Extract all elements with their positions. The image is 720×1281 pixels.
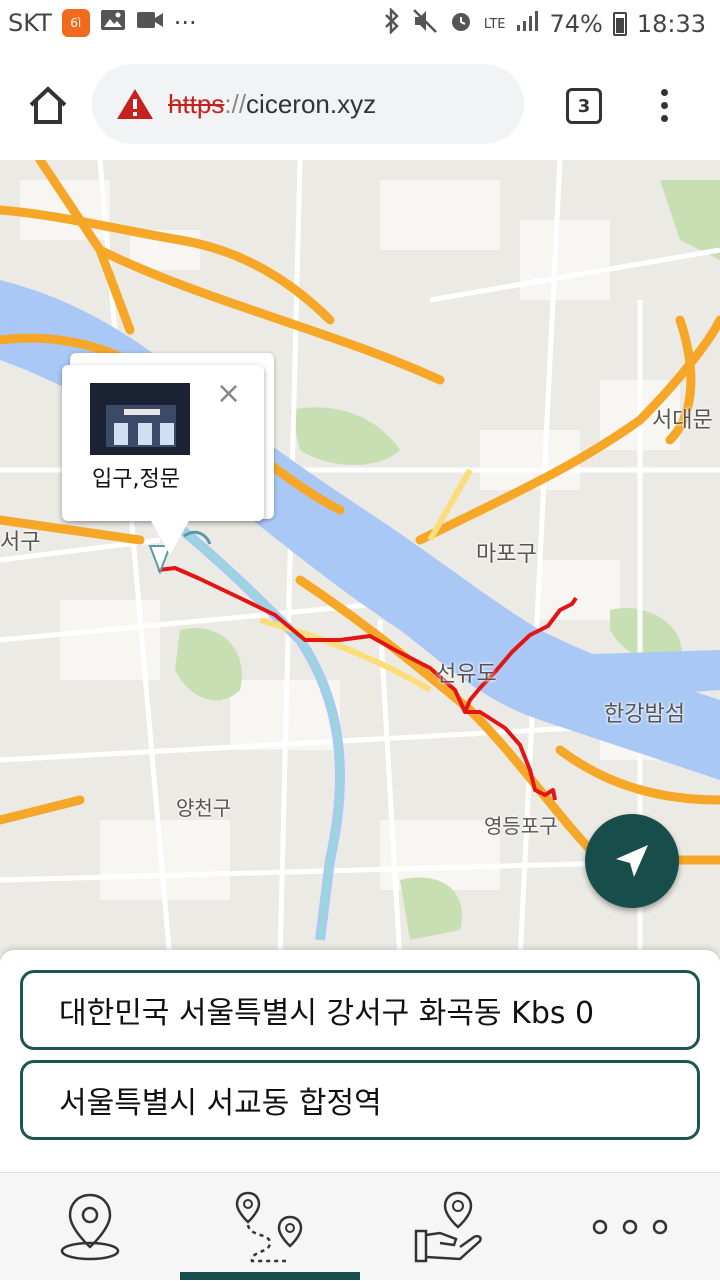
photo-window [114,423,128,445]
url-separator: :// [224,88,247,119]
address-bar[interactable]: https://ciceron.xyz [92,64,524,144]
home-icon [29,86,67,124]
photo-window [138,423,152,445]
bluetooth-icon [382,6,402,40]
battery-percent: 74% [549,10,603,38]
gallery-icon [100,8,126,38]
home-button[interactable] [26,84,70,128]
nav-more-tab[interactable] [540,1173,720,1281]
my-location-button[interactable] [585,814,679,908]
bottom-navigation [0,1172,720,1280]
battery-icon [612,12,627,36]
video-icon [136,9,164,37]
map-label-yeongdeungpo: 영등포구 [484,814,558,838]
map-label-seonyudo: 선유도 [436,662,497,687]
clock: 18:33 [636,10,706,38]
location-pin-icon [60,1193,120,1261]
map-label-yangcheon: 양천구 [176,796,232,820]
active-tab-indicator [180,1272,360,1280]
hand-pin-icon [414,1191,482,1263]
popup-title: 입구,정문 [92,467,180,492]
url-scheme: https [168,88,225,119]
browser-menu-button[interactable] [652,86,676,126]
app-notification-icon: 6ì [61,9,90,37]
popup-close-button[interactable]: × [216,379,241,409]
nav-place-tab[interactable] [0,1173,180,1281]
map-label-seodaemun: 서대문 [652,408,713,433]
lte-label: LTE [483,16,506,32]
status-bar: SKT 6ì ··· LTE 74% 18:33 [0,0,720,48]
url-host: ciceron.xyz [246,88,377,119]
mute-icon [412,8,438,40]
place-photo[interactable] [90,383,190,455]
photo-sign [124,409,160,415]
destination-address-field[interactable]: 서울특별시 서교동 합정역 [20,1060,700,1140]
map-label-gangseo: 서구 [0,530,41,555]
place-info-popup[interactable]: × 입구,정문 [62,365,264,521]
more-notifications-icon: ··· [173,9,197,37]
menu-dot [660,89,668,96]
route-icon [235,1191,303,1263]
photo-window [160,423,174,445]
tab-switcher-button[interactable]: 3 [566,88,602,124]
url-text: https://ciceron.xyz [168,89,376,120]
map-label-mapo: 마포구 [476,542,537,567]
browser-toolbar: https://ciceron.xyz 3 [0,48,720,160]
alarm-icon [448,8,474,40]
menu-dot [660,102,668,109]
navigation-arrow-icon [616,845,648,877]
nav-route-tab[interactable] [180,1173,360,1281]
more-icon [592,1219,668,1235]
menu-dot [660,115,668,122]
map-label-hangang: 한강밤섬 [604,702,685,727]
popup-tail [150,519,190,555]
carrier-label: SKT [8,9,52,37]
origin-address-field[interactable]: 대한민국 서울특별시 강서구 화곡동 Kbs 0 [20,970,700,1050]
signal-icon [515,9,539,39]
not-secure-warning-icon [117,89,153,119]
route-panel: 대한민국 서울특별시 강서구 화곡동 Kbs 0 서울특별시 서교동 합정역 [0,950,720,1172]
nav-share-tab[interactable] [360,1173,540,1281]
